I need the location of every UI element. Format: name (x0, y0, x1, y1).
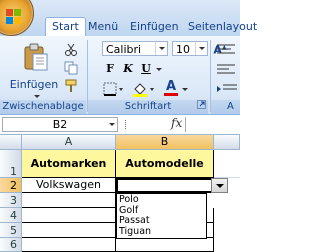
align-top-icon[interactable] (215, 42, 240, 58)
cell-b6[interactable] (116, 238, 214, 252)
paste-icon (24, 43, 48, 71)
row-header-1[interactable]: 1 (0, 150, 22, 178)
font-name-value: Calibri (106, 43, 142, 56)
formula-bar: B2 fx (0, 115, 240, 135)
font-name-dropdown-icon[interactable] (155, 42, 167, 55)
italic-button[interactable]: K (120, 61, 136, 77)
cell-c1[interactable] (214, 150, 240, 178)
fill-color-icon[interactable] (131, 81, 157, 97)
tab-page-layout[interactable]: Seitenlayout (182, 18, 263, 36)
tab-start[interactable]: Start (45, 17, 86, 36)
alignment-group-label: A (211, 100, 240, 114)
cell-a2[interactable]: Volkswagen (22, 178, 116, 193)
column-header-a[interactable]: A (22, 135, 116, 150)
paste-dropdown-icon[interactable] (34, 94, 40, 99)
font-color-dropdown-icon[interactable] (182, 87, 188, 92)
dropdown-option-tiguan[interactable]: Tiguan (119, 226, 206, 238)
row-header-3[interactable]: 3 (0, 193, 22, 208)
ribbon: Einfügen Zwischenablage Calibri 10 A▲ F … (0, 36, 240, 115)
tab-menu[interactable]: Menü (82, 18, 124, 36)
formula-bar-grip[interactable] (125, 120, 129, 129)
cell-b1[interactable]: Automodelle (116, 150, 214, 178)
name-box[interactable]: B2 (2, 117, 118, 132)
dropdown-option-polo[interactable]: Polo (119, 194, 206, 206)
paste-button[interactable]: Einfügen (10, 42, 58, 98)
font-color-swatch (164, 93, 178, 96)
dropdown-option-passat[interactable]: Passat (119, 215, 206, 227)
underline-button[interactable]: U (138, 61, 154, 77)
font-size-value: 10 (176, 43, 190, 56)
column-header-b[interactable]: B (116, 135, 214, 150)
tab-insert[interactable]: Einfügen (124, 18, 185, 36)
underline-dropdown-icon[interactable] (156, 67, 162, 72)
row-header-4[interactable]: 4 (0, 208, 22, 223)
formula-input[interactable] (185, 117, 241, 132)
insert-function-icon[interactable]: fx (171, 116, 182, 130)
align-left-icon[interactable] (215, 62, 240, 78)
column-header-c[interactable] (214, 135, 240, 150)
cell-a3[interactable] (22, 193, 116, 208)
copy-icon[interactable] (64, 61, 78, 75)
indent-icon[interactable] (215, 82, 240, 98)
cell-a6[interactable] (22, 238, 116, 252)
clipboard-group-label: Zwischenablage (0, 100, 86, 114)
borders-icon[interactable] (102, 81, 124, 97)
bold-button[interactable]: F (102, 61, 118, 77)
font-size-select[interactable]: 10 (172, 41, 208, 56)
font-group-label: Schriftart (88, 100, 208, 114)
row-header-6[interactable]: 6 (0, 238, 22, 252)
row-header-2[interactable]: 2 (0, 178, 22, 193)
name-box-dropdown-icon[interactable] (106, 118, 117, 131)
cell-a1[interactable]: Automarken (22, 150, 116, 178)
font-color-button[interactable]: A (163, 80, 179, 96)
dropdown-list[interactable]: Polo Golf Passat Tiguan (116, 193, 207, 239)
ribbon-tab-bar: Start Menü Einfügen Seitenlayout (0, 0, 257, 37)
cell-b2[interactable] (116, 178, 214, 193)
format-painter-icon[interactable] (64, 79, 78, 93)
cut-icon[interactable] (64, 43, 78, 57)
font-dialog-launcher-icon[interactable] (197, 100, 206, 109)
cell-dropdown-button[interactable] (211, 178, 228, 193)
cell-a4[interactable] (22, 208, 116, 223)
font-name-select[interactable]: Calibri (102, 41, 168, 56)
row-header-5[interactable]: 5 (0, 223, 22, 238)
cell-a5[interactable] (22, 223, 116, 238)
office-logo-icon (6, 9, 21, 24)
font-size-dropdown-icon[interactable] (195, 42, 207, 55)
name-box-value: B2 (52, 118, 68, 131)
paste-label: Einfügen (9, 78, 59, 91)
office-button[interactable] (0, 0, 34, 36)
select-all-corner[interactable] (0, 135, 22, 150)
